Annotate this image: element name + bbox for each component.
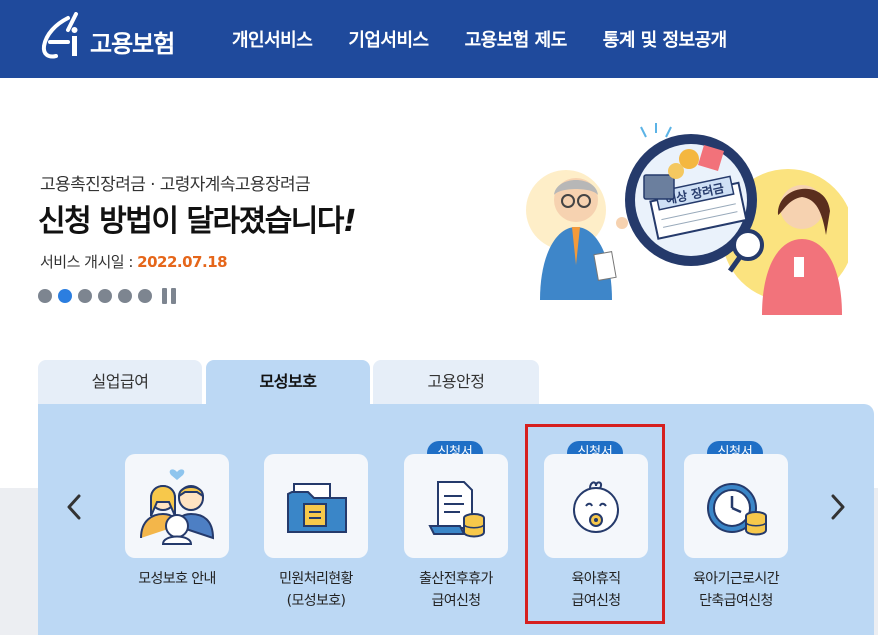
- service-label-line-1: 모성보호 안내: [138, 571, 216, 587]
- top-header: 고용보험 개인서비스 기업서비스 고용보험 제도 통계 및 정보공개: [0, 0, 878, 78]
- clock-coins-icon: [707, 483, 767, 536]
- nav-statistics[interactable]: 통계 및 정보공개: [603, 26, 727, 52]
- slide-dot-2[interactable]: [58, 289, 72, 303]
- service-card-maternity-guide[interactable]: [125, 454, 229, 558]
- banner-subtitle: 고용촉진장려금 · 고령자계속고용장려금: [40, 175, 311, 195]
- service-label-complaint-status: 민원처리현황 (모성보호): [246, 568, 386, 612]
- banner-title-mark: !: [343, 204, 357, 239]
- service-card-complaint-status[interactable]: [264, 454, 368, 558]
- nav-personal-services[interactable]: 개인서비스: [232, 26, 313, 52]
- banner-illustration: 예상 장려금: [526, 123, 848, 315]
- site-logo[interactable]: 고용보험: [38, 12, 198, 66]
- banner-date: 서비스 개시일 : 2022.07.18: [40, 251, 228, 272]
- slide-indicator: [38, 288, 180, 304]
- nav-insurance-system[interactable]: 고용보험 제도: [465, 26, 568, 52]
- service-label-line-2: 단축급여신청: [699, 593, 773, 609]
- main-nav: 개인서비스 기업서비스 고용보험 제도 통계 및 정보공개: [232, 26, 763, 52]
- slide-dot-4[interactable]: [98, 289, 112, 303]
- service-label-maternity-leave-benefit: 출산전후휴가 급여신청: [386, 568, 526, 612]
- logo-text: 고용보험: [90, 30, 175, 58]
- chevron-left-icon[interactable]: [64, 492, 84, 522]
- slide-dot-3[interactable]: [78, 289, 92, 303]
- service-card-reduced-hours-benefit[interactable]: [684, 454, 788, 558]
- banner-title-text: 신청 방법이 달라졌습니다: [38, 204, 345, 239]
- slide-dot-6[interactable]: [138, 289, 152, 303]
- chevron-right-icon[interactable]: [828, 492, 848, 522]
- service-label-maternity-guide: 모성보호 안내: [107, 568, 247, 590]
- banner-date-label: 서비스 개시일 :: [40, 253, 138, 271]
- pause-icon[interactable]: [162, 288, 180, 304]
- folder-icon: [287, 483, 347, 533]
- nav-business-services[interactable]: 기업서비스: [348, 26, 429, 52]
- tab-unemployment-benefit[interactable]: 실업급여: [38, 360, 202, 408]
- family-icon: [140, 469, 215, 545]
- slide-dot-1[interactable]: [38, 289, 52, 303]
- service-label-line-2: 급여신청: [431, 593, 481, 609]
- service-label-line-2: (모성보호): [286, 593, 346, 609]
- document-coins-icon: [428, 481, 485, 538]
- ei-logo-icon: [41, 12, 78, 59]
- service-label-line-1: 민원처리현황: [279, 571, 353, 587]
- slide-dot-5[interactable]: [118, 289, 132, 303]
- service-label-line-1: 출산전후휴가: [419, 571, 493, 587]
- service-label-reduced-hours-benefit: 육아기근로시간 단축급여신청: [666, 568, 806, 612]
- highlight-box: [525, 424, 665, 624]
- banner-date-value: 2022.07.18: [137, 253, 228, 271]
- service-card-maternity-leave-benefit[interactable]: [404, 454, 508, 558]
- service-label-line-1: 육아기근로시간: [693, 571, 780, 587]
- tab-maternity-protection[interactable]: 모성보호: [206, 360, 370, 408]
- banner-title[interactable]: 신청 방법이 달라졌습니다!: [38, 196, 357, 240]
- tab-employment-stability[interactable]: 고용안정: [373, 360, 539, 408]
